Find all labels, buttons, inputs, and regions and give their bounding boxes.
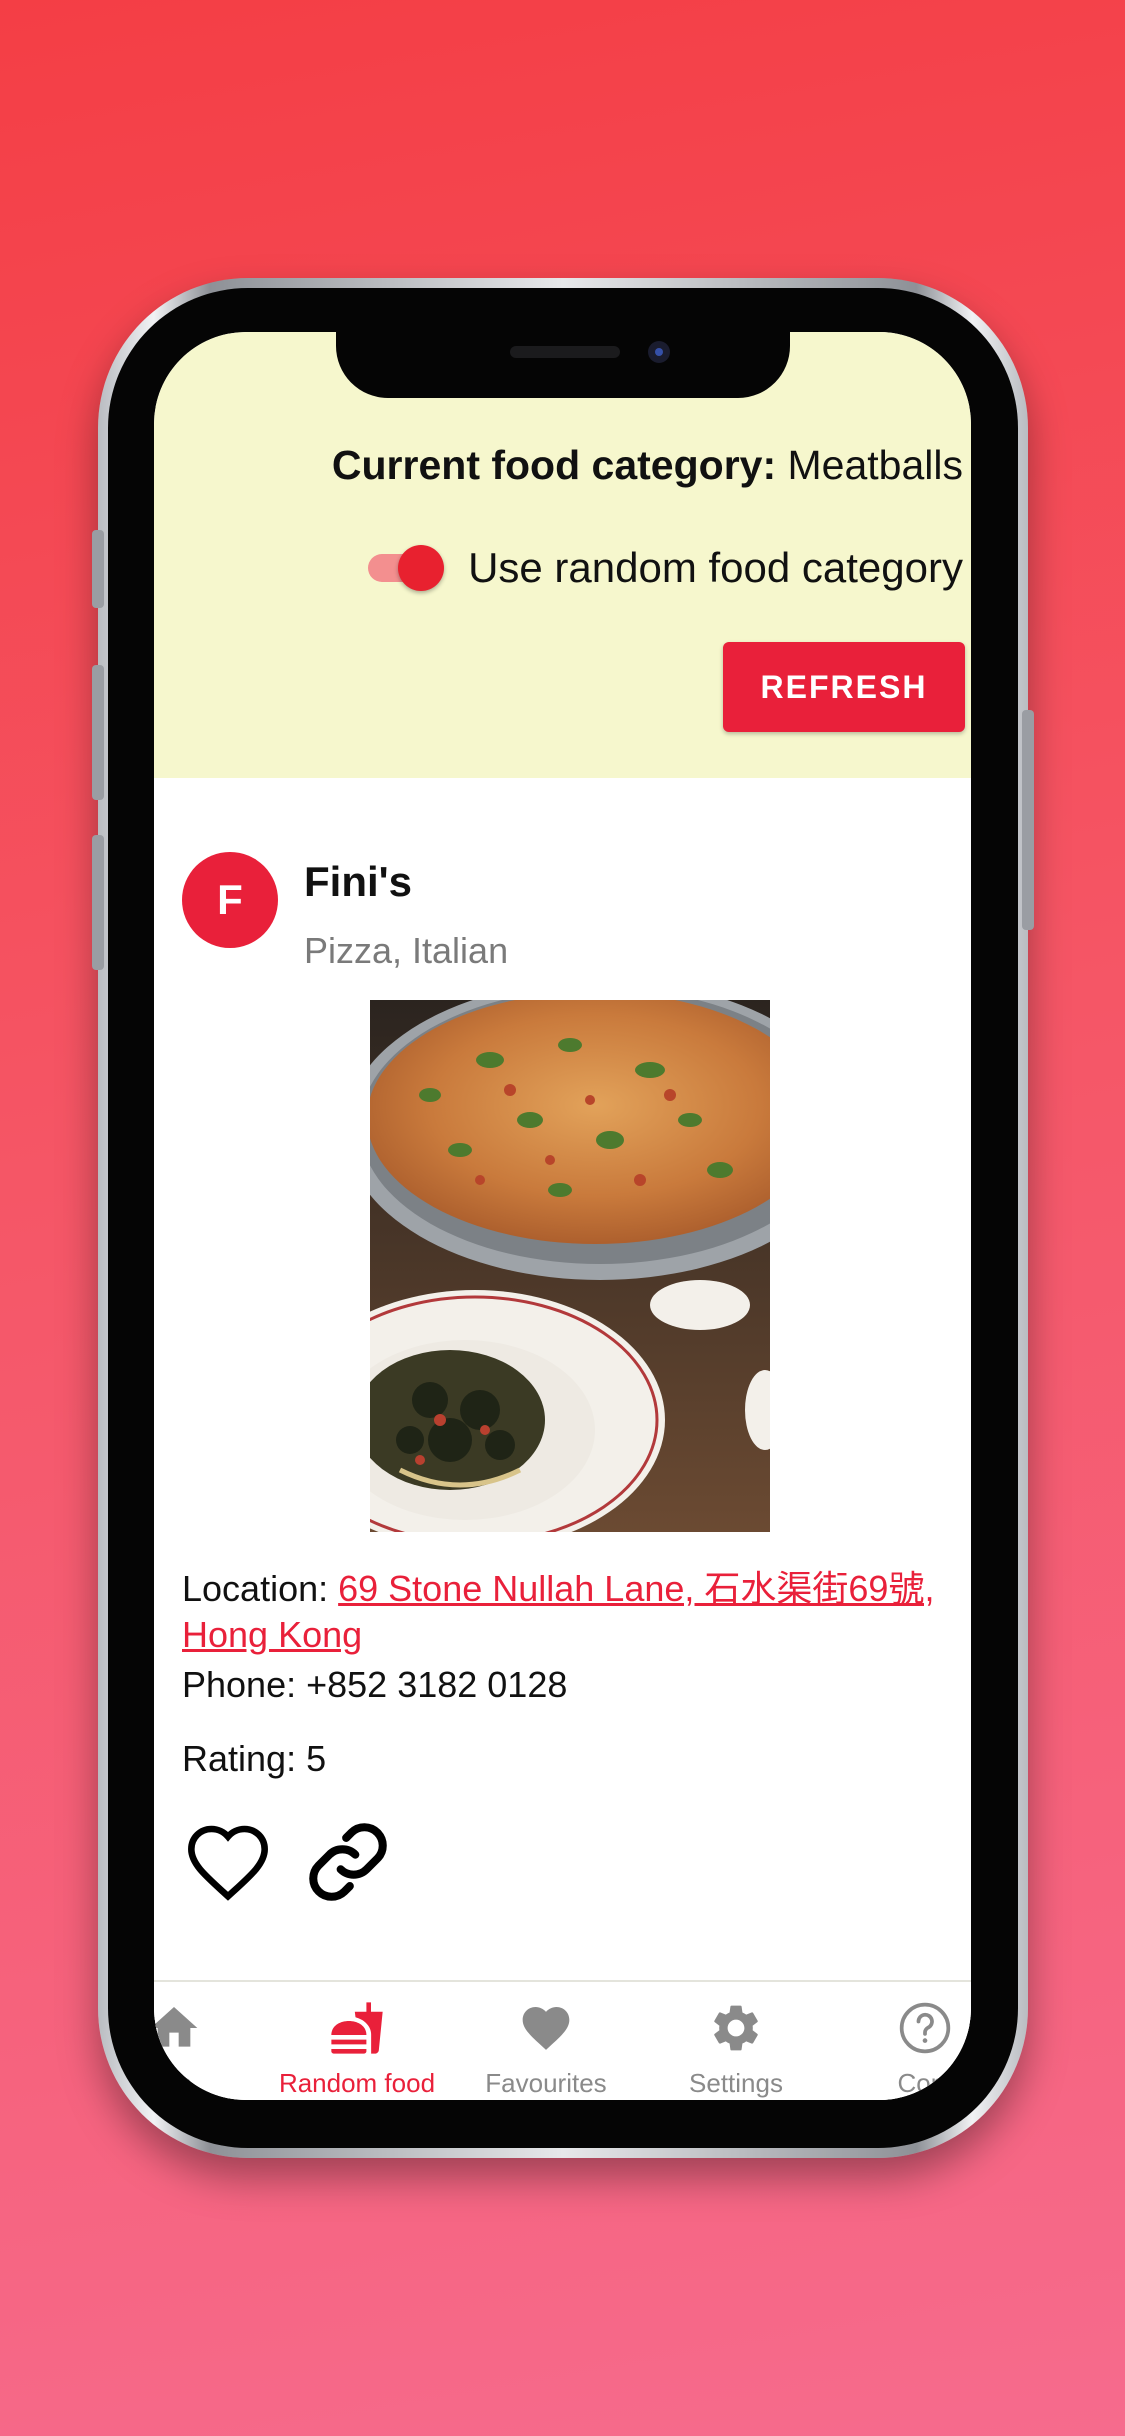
- side-button: [92, 530, 104, 608]
- restaurant-card: F Fini's Pizza, Italian Location: 69 Sto…: [154, 778, 971, 2100]
- category-label: Current food category:: [331, 442, 777, 488]
- restaurant-photo: [370, 1000, 770, 1532]
- tab-random-food-label: Random food: [278, 2068, 436, 2098]
- tab-home-label: me: [155, 2068, 193, 2098]
- side-button: [92, 665, 104, 800]
- category-panel: Current food category: Meatballs Use ran…: [154, 332, 971, 778]
- tab-home[interactable]: me: [154, 1982, 269, 2100]
- bottom-tab-bar: me Random food Favourites Settings Cont: [154, 1980, 971, 2100]
- speaker: [510, 346, 620, 358]
- link-icon[interactable]: [304, 1818, 392, 1906]
- tab-settings-label: Settings: [689, 2068, 783, 2098]
- random-category-row: Use random food category: [368, 544, 963, 592]
- current-category: Current food category: Meatballs: [332, 442, 963, 489]
- restaurant-cuisine: Pizza, Italian: [304, 930, 509, 971]
- random-category-switch[interactable]: [368, 545, 446, 591]
- fastfood-icon: [329, 2000, 385, 2056]
- tab-contact-label: Cont: [897, 2068, 953, 2098]
- refresh-button[interactable]: REFRESH: [723, 642, 965, 732]
- tab-favourites[interactable]: Favourites: [451, 1982, 641, 2100]
- side-button: [92, 835, 104, 970]
- random-category-label: Use random food category: [468, 544, 963, 591]
- tab-favourites-label: Favourites: [485, 2068, 607, 2098]
- restaurant-name: Fini's: [304, 858, 412, 905]
- switch-thumb: [398, 545, 445, 591]
- tab-random-food[interactable]: Random food: [262, 1982, 452, 2100]
- notch: [336, 332, 790, 398]
- heart-outline-icon[interactable]: [184, 1818, 272, 1906]
- category-value: Meatballs: [787, 442, 963, 488]
- restaurant-rating: Rating: 5: [182, 1738, 327, 1779]
- gear-icon: [708, 2000, 764, 2056]
- restaurant-location: Location: 69 Stone Nullah Lane, 石水渠街69號,…: [182, 1566, 952, 1658]
- side-button: [1022, 710, 1034, 930]
- camera: [648, 341, 670, 363]
- help-icon: [897, 2000, 953, 2056]
- heart-icon: [518, 2000, 574, 2056]
- location-label: Location:: [182, 1568, 329, 1609]
- home-icon: [154, 2000, 202, 2056]
- tab-contact[interactable]: Cont: [830, 1982, 971, 2100]
- phone-screen: Current food category: Meatballs Use ran…: [154, 332, 971, 2100]
- restaurant-avatar: F: [182, 852, 278, 948]
- restaurant-phone: Phone: +852 3182 0128: [182, 1664, 568, 1705]
- tab-settings[interactable]: Settings: [641, 1982, 831, 2100]
